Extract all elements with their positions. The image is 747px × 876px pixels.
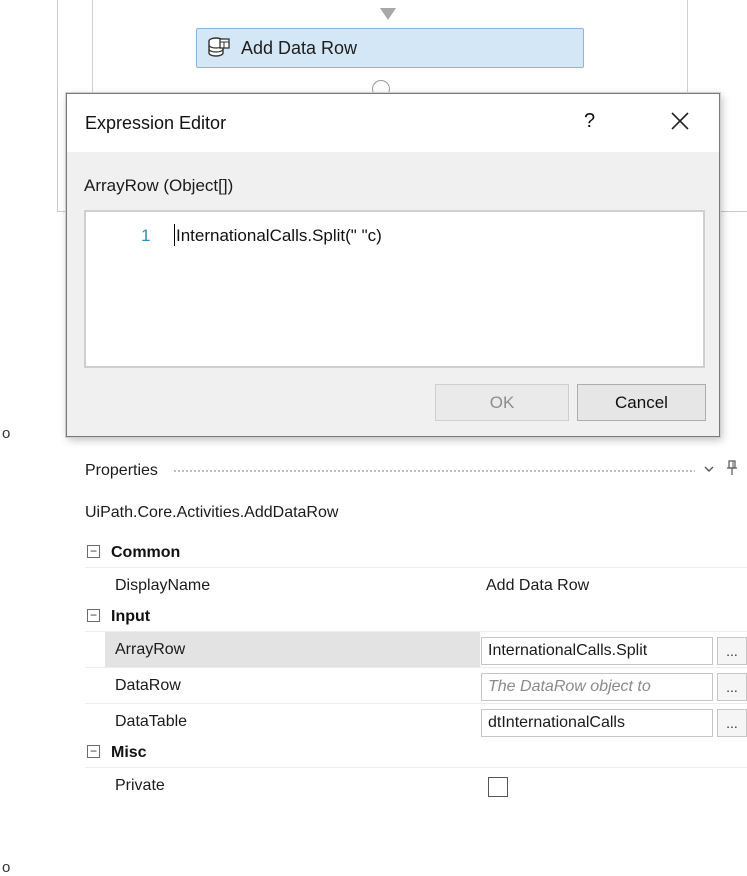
collapse-icon[interactable]: − — [87, 609, 100, 622]
expression-editor-dialog: Expression Editor ? ArrayRow (Object[]) … — [66, 93, 720, 437]
list-bullet: o — [2, 859, 11, 876]
property-row-datatable[interactable]: DataTable dtInternationalCalls ... — [85, 703, 747, 739]
argument-label: ArrayRow (Object[]) — [84, 176, 234, 195]
property-row-datarow[interactable]: DataRow The DataRow object to ... — [85, 667, 747, 703]
property-row-displayname[interactable]: DisplayName Add Data Row — [85, 567, 747, 603]
line-number: 1 — [141, 226, 151, 245]
datarow-input[interactable]: The DataRow object to — [481, 673, 713, 701]
row-gutter — [85, 704, 105, 739]
dialog-title: Expression Editor — [85, 113, 227, 133]
property-row-private[interactable]: Private — [85, 767, 747, 803]
properties-panel: Properties UiPath.Core.Activities.AddDat… — [85, 451, 747, 875]
panel-grip[interactable] — [173, 469, 695, 474]
panel-title: Properties — [85, 462, 158, 479]
category-input: − Input — [85, 603, 747, 631]
row-gutter — [85, 668, 105, 703]
property-row-arrayrow[interactable]: ArrayRow InternationalCalls.Split ... — [85, 631, 747, 667]
help-button[interactable]: ? — [584, 110, 595, 133]
activity-label: Add Data Row — [241, 37, 358, 58]
collapse-icon[interactable]: − — [87, 545, 100, 558]
property-name: DataTable — [115, 712, 188, 730]
add-data-row-activity[interactable]: Add Data Row — [196, 28, 584, 68]
sequence-border-left — [92, 0, 93, 96]
arrayrow-ellipsis-button[interactable]: ... — [717, 637, 747, 665]
canvas-border — [57, 0, 58, 212]
activity-class-name: UiPath.Core.Activities.AddDataRow — [85, 504, 339, 521]
chevron-down-icon[interactable] — [703, 461, 715, 477]
close-icon[interactable] — [663, 104, 697, 138]
row-gutter — [85, 568, 105, 603]
property-name: ArrayRow — [105, 632, 480, 667]
category-label: Misc — [111, 744, 147, 761]
property-name: DataRow — [115, 676, 181, 694]
expression-code[interactable]: InternationalCalls.Split(" "c) — [176, 226, 382, 246]
expression-input[interactable]: 1 InternationalCalls.Split(" "c) — [84, 210, 705, 368]
properties-header: Properties — [85, 451, 747, 487]
category-label: Input — [111, 608, 151, 625]
cancel-button[interactable]: Cancel — [577, 384, 706, 421]
pin-icon[interactable] — [726, 459, 738, 477]
displayname-value[interactable]: Add Data Row — [486, 568, 589, 603]
data-table-add-icon — [208, 37, 230, 57]
private-checkbox[interactable] — [488, 777, 508, 797]
row-gutter — [85, 768, 105, 803]
list-bullet: o — [2, 425, 11, 442]
text-caret — [174, 224, 175, 246]
ok-button[interactable]: OK — [435, 384, 569, 421]
category-common: − Common — [85, 539, 747, 567]
datatable-ellipsis-button[interactable]: ... — [717, 709, 747, 737]
category-misc: − Misc — [85, 739, 747, 767]
arrayrow-input[interactable]: InternationalCalls.Split — [481, 637, 713, 665]
sequence-border-right — [687, 0, 688, 96]
collapse-icon[interactable]: − — [87, 745, 100, 758]
row-gutter — [85, 632, 105, 667]
flow-arrow-icon — [380, 8, 396, 20]
category-label: Common — [111, 544, 181, 561]
property-name: Private — [115, 776, 165, 794]
datarow-ellipsis-button[interactable]: ... — [717, 673, 747, 701]
property-name: DisplayName — [115, 576, 211, 594]
datatable-input[interactable]: dtInternationalCalls — [481, 709, 713, 737]
dialog-titlebar[interactable]: Expression Editor ? — [67, 94, 719, 152]
